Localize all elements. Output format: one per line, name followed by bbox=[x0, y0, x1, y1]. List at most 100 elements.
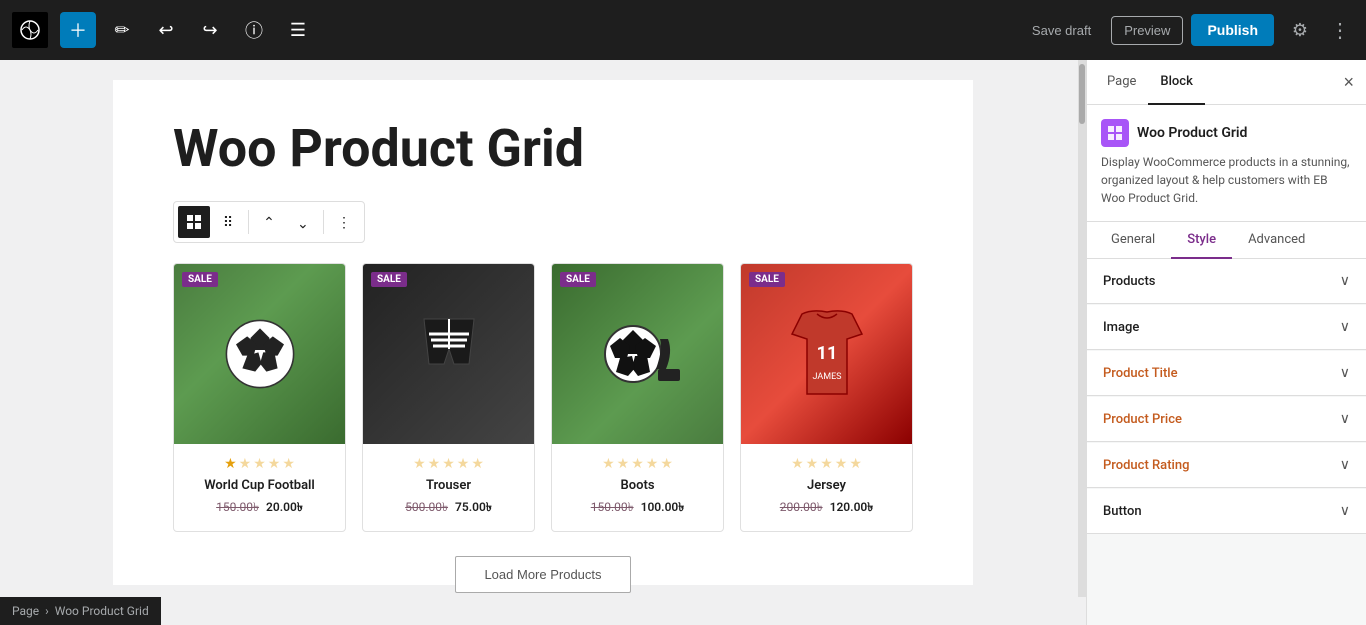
topbar: ＋ ✏ ↩ ↪ ⓘ ☰ Save draft Preview Publish ⚙… bbox=[0, 0, 1366, 60]
breadcrumb-current: Woo Product Grid bbox=[55, 604, 149, 618]
product-body-2: ★ ★ ★ ★ ★ Trouser 500.00৳ 75.00৳ bbox=[363, 444, 534, 531]
section-image-title: Image bbox=[1103, 320, 1139, 335]
move-down-button[interactable]: ⌃ bbox=[287, 206, 319, 238]
preview-button[interactable]: Preview bbox=[1111, 16, 1183, 45]
star-1: ★ bbox=[602, 456, 615, 472]
topbar-right: Save draft Preview Publish ⚙ ⋮ bbox=[1020, 12, 1354, 48]
chevron-up-icon: ⌃ bbox=[263, 214, 275, 231]
boots-svg bbox=[588, 314, 688, 394]
redo-button[interactable]: ↪ bbox=[192, 12, 228, 48]
right-panel: Page Block × Woo Product Grid Displa bbox=[1086, 60, 1366, 625]
info-button[interactable]: ⓘ bbox=[236, 12, 272, 48]
sub-tab-advanced[interactable]: Advanced bbox=[1232, 222, 1321, 259]
breadcrumb-parent[interactable]: Page bbox=[12, 604, 39, 618]
product-body-4: ★ ★ ★ ★ ★ Jersey 200.00৳ 120.00৳ bbox=[741, 444, 912, 531]
grid-icon bbox=[186, 214, 202, 230]
woo-grid-icon bbox=[1107, 125, 1123, 141]
breadcrumb-separator: › bbox=[45, 604, 49, 618]
price-old-4: 200.00৳ bbox=[780, 500, 823, 514]
wp-logo bbox=[12, 12, 48, 48]
star-2: ★ bbox=[428, 456, 441, 472]
edit-mode-button[interactable]: ✏ bbox=[104, 12, 140, 48]
section-button: Button ∨ bbox=[1087, 489, 1366, 534]
section-product-price-header[interactable]: Product Price ∨ bbox=[1087, 397, 1366, 441]
list-item[interactable]: SALE ★ bbox=[362, 263, 535, 532]
section-image-header[interactable]: Image ∨ bbox=[1087, 305, 1366, 349]
section-product-title-label: Product Title bbox=[1103, 366, 1178, 381]
move-up-button[interactable]: ⌃ bbox=[253, 206, 285, 238]
save-draft-button[interactable]: Save draft bbox=[1020, 17, 1103, 44]
block-name-label: Woo Product Grid bbox=[1137, 125, 1247, 141]
main-layout: Woo Product Grid ⠿ ⌃ bbox=[0, 60, 1366, 625]
settings-button[interactable]: ⚙ bbox=[1282, 12, 1318, 48]
load-more-button[interactable]: Load More Products bbox=[455, 556, 630, 593]
section-button-header[interactable]: Button ∨ bbox=[1087, 489, 1366, 533]
list-item[interactable]: SALE bbox=[551, 263, 724, 532]
block-toolbar: ⠿ ⌃ ⌃ ⋮ bbox=[173, 201, 365, 243]
star-3: ★ bbox=[820, 456, 833, 472]
star-4: ★ bbox=[268, 456, 281, 472]
list-view-button[interactable]: ☰ bbox=[280, 12, 316, 48]
sale-badge-2: SALE bbox=[371, 272, 407, 287]
star-5: ★ bbox=[282, 456, 295, 472]
tab-page[interactable]: Page bbox=[1095, 60, 1148, 105]
star-3: ★ bbox=[631, 456, 644, 472]
product-price-3: 150.00৳ 100.00৳ bbox=[564, 499, 711, 519]
more-icon: ⋮ bbox=[337, 214, 351, 231]
section-product-rating-header[interactable]: Product Rating ∨ bbox=[1087, 443, 1366, 487]
product-name-1: World Cup Football bbox=[186, 478, 333, 493]
jersey-image: 11 JAMES bbox=[741, 264, 912, 444]
jersey-svg: 11 JAMES bbox=[787, 304, 867, 404]
editor-area[interactable]: Woo Product Grid ⠿ ⌃ bbox=[0, 60, 1086, 625]
chevron-down-icon-2: ∨ bbox=[1340, 319, 1350, 335]
product-price-2: 500.00৳ 75.00৳ bbox=[375, 499, 522, 519]
price-new-2: 75.00৳ bbox=[455, 500, 492, 514]
publish-button[interactable]: Publish bbox=[1191, 14, 1274, 46]
sale-badge-4: SALE bbox=[749, 272, 785, 287]
star-4: ★ bbox=[835, 456, 848, 472]
ellipsis-icon: ⋮ bbox=[1330, 20, 1350, 42]
star-3: ★ bbox=[253, 456, 266, 472]
sub-tabs: General Style Advanced bbox=[1087, 222, 1366, 259]
block-options-button[interactable]: ⋮ bbox=[328, 206, 360, 238]
add-block-button[interactable]: ＋ bbox=[60, 12, 96, 48]
panel-tabs: Page Block × bbox=[1087, 60, 1366, 105]
section-products: Products ∨ bbox=[1087, 259, 1366, 304]
sale-badge-3: SALE bbox=[560, 272, 596, 287]
dots-view-button[interactable]: ⠿ bbox=[212, 206, 244, 238]
shorts-svg bbox=[419, 314, 479, 394]
list-item[interactable]: SALE 11 JAMES ★ bbox=[740, 263, 913, 532]
star-2: ★ bbox=[806, 456, 819, 472]
more-options-button[interactable]: ⋮ bbox=[1326, 14, 1354, 47]
close-icon: × bbox=[1343, 72, 1354, 92]
panel-close-button[interactable]: × bbox=[1339, 69, 1358, 95]
editor-scrollbar[interactable] bbox=[1078, 60, 1086, 597]
undo-button[interactable]: ↩ bbox=[148, 12, 184, 48]
section-product-title-header[interactable]: Product Title ∨ bbox=[1087, 351, 1366, 395]
chevron-down-icon: ⌃ bbox=[297, 214, 309, 231]
tab-block[interactable]: Block bbox=[1148, 60, 1204, 105]
section-product-rating: Product Rating ∨ bbox=[1087, 443, 1366, 488]
product-stars-1: ★ ★ ★ ★ ★ bbox=[186, 456, 333, 472]
page-title: Woo Product Grid bbox=[173, 120, 913, 177]
sale-badge: SALE bbox=[182, 272, 218, 287]
product-name-3: Boots bbox=[564, 478, 711, 493]
product-price-1: 150.00৳ 20.00৳ bbox=[186, 499, 333, 519]
chevron-down-icon-5: ∨ bbox=[1340, 457, 1350, 473]
star-4: ★ bbox=[646, 456, 659, 472]
list-item[interactable]: SALE bbox=[173, 263, 346, 532]
sub-tab-style[interactable]: Style bbox=[1171, 222, 1232, 259]
star-5: ★ bbox=[660, 456, 673, 472]
block-info: Woo Product Grid Display WooCommerce pro… bbox=[1087, 105, 1366, 222]
star-1: ★ bbox=[224, 456, 237, 472]
product-stars-2: ★ ★ ★ ★ ★ bbox=[375, 456, 522, 472]
toolbar-divider-2 bbox=[323, 210, 324, 234]
sub-tab-general[interactable]: General bbox=[1095, 222, 1171, 259]
price-old-3: 150.00৳ bbox=[591, 500, 634, 514]
product-image-1: SALE bbox=[174, 264, 345, 444]
section-products-header[interactable]: Products ∨ bbox=[1087, 259, 1366, 303]
section-button-title: Button bbox=[1103, 504, 1142, 519]
star-2: ★ bbox=[617, 456, 630, 472]
star-3: ★ bbox=[442, 456, 455, 472]
grid-view-button[interactable] bbox=[178, 206, 210, 238]
